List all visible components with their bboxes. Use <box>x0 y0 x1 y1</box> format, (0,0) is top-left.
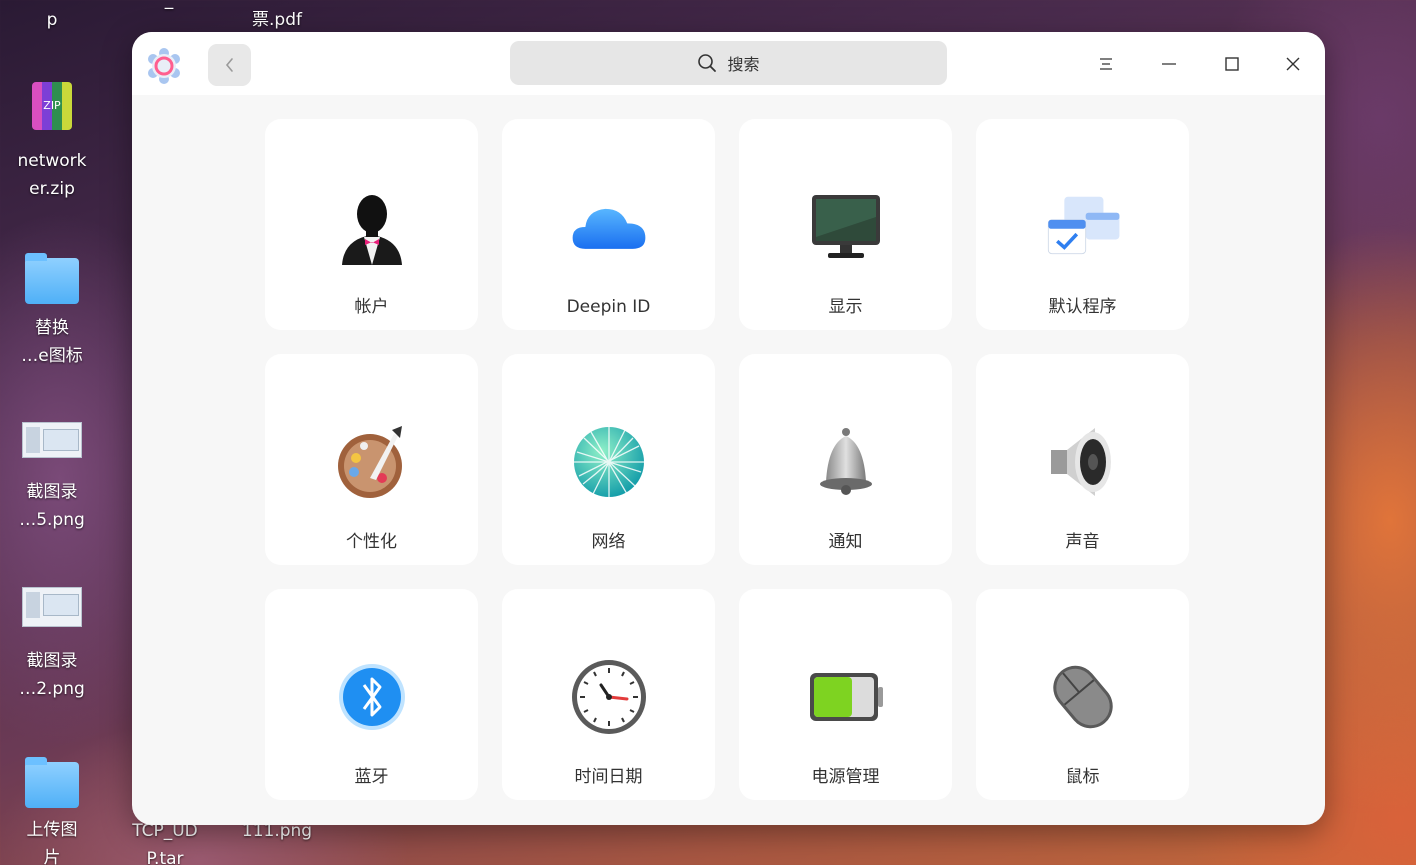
desktop-item-replace-folder[interactable]: 替换 …e图标 <box>7 253 97 370</box>
search-icon <box>698 54 717 72</box>
search-placeholder: 搜索 <box>727 55 760 74</box>
image-thumbnail-icon <box>22 422 82 458</box>
account-icon <box>332 187 412 267</box>
title-bar: 搜索 <box>132 32 1325 95</box>
module-card-display[interactable]: 显示 <box>739 119 952 330</box>
module-card-notification[interactable]: 通知 <box>739 354 952 565</box>
battery-icon <box>806 657 886 737</box>
maximize-button[interactable] <box>1214 46 1250 82</box>
module-card-datetime[interactable]: 时间日期 <box>502 589 715 800</box>
module-card-default-apps[interactable]: 默认程序 <box>976 119 1189 330</box>
desktop-item-label: _ <box>164 0 174 10</box>
folder-icon <box>25 757 79 808</box>
maximize-icon <box>1225 57 1239 71</box>
palette-icon <box>332 422 412 502</box>
menu-button[interactable] <box>1088 46 1124 82</box>
desktop-item-label: network er.zip <box>17 151 87 199</box>
module-card-account[interactable]: 帐户 <box>265 119 478 330</box>
desktop-item-label: p <box>46 10 58 30</box>
module-label: 个性化 <box>346 532 397 552</box>
module-grid: 帐户 Deepin ID 显示 默认程序 个性化 网络 通知 声音 蓝牙 时间日… <box>265 119 1189 800</box>
module-card-sound[interactable]: 声音 <box>976 354 1189 565</box>
module-card-mouse[interactable]: 鼠标 <box>976 589 1189 800</box>
menu-icon <box>1100 58 1112 70</box>
desktop-item-fragment-underscore[interactable]: _ <box>124 0 214 14</box>
desktop-item-screenshot-2[interactable]: 截图录 …2.png <box>7 587 97 703</box>
module-label: 声音 <box>1065 532 1100 552</box>
module-label: 电源管理 <box>811 767 880 787</box>
default-apps-icon <box>1043 187 1123 267</box>
chevron-left-icon <box>225 58 233 72</box>
module-label: 默认程序 <box>1048 297 1117 317</box>
bluetooth-icon <box>332 657 412 737</box>
module-label: 蓝牙 <box>354 767 389 787</box>
desktop-item-fragment-pdf[interactable]: 票.pdf <box>232 6 322 34</box>
module-label: 帐户 <box>354 297 389 317</box>
module-card-personalization[interactable]: 个性化 <box>265 354 478 565</box>
speaker-icon <box>1043 422 1123 502</box>
module-label: 时间日期 <box>574 767 643 787</box>
mouse-icon <box>1043 657 1123 737</box>
bell-icon <box>806 422 886 502</box>
control-center-logo-icon <box>146 48 182 84</box>
cloud-icon <box>569 187 649 267</box>
desktop-item-label: 替换 …e图标 <box>21 318 83 366</box>
clock-icon <box>569 657 649 737</box>
module-card-deepin-id[interactable]: Deepin ID <box>502 119 715 330</box>
folder-icon <box>25 253 79 304</box>
network-icon <box>569 422 649 502</box>
module-label: 通知 <box>828 532 863 552</box>
module-card-bluetooth[interactable]: 蓝牙 <box>265 589 478 800</box>
desktop-item-label: 截图录 …5.png <box>19 482 85 530</box>
display-icon <box>806 187 886 267</box>
minimize-button[interactable] <box>1151 46 1187 82</box>
desktop-item-label: 票.pdf <box>252 10 302 30</box>
image-thumbnail-icon <box>22 587 82 627</box>
desktop-item-fragment-p[interactable]: p <box>7 6 97 34</box>
close-icon <box>1286 57 1300 71</box>
back-button[interactable] <box>208 44 251 86</box>
control-center-window: 搜索 帐户 Deepin ID 显示 默认程序 个性化 网络 通知 声音 蓝牙 … <box>132 32 1325 825</box>
close-button[interactable] <box>1275 46 1311 82</box>
search-input[interactable]: 搜索 <box>510 41 947 85</box>
desktop-item-label: 上传图 片 <box>26 820 78 865</box>
desktop-item-network-zip[interactable]: ZIP network er.zip <box>7 82 97 203</box>
module-label: 网络 <box>591 532 626 552</box>
desktop-item-screenshot-5[interactable]: 截图录 …5.png <box>7 422 97 534</box>
zip-file-icon: ZIP <box>32 82 72 130</box>
module-card-network[interactable]: 网络 <box>502 354 715 565</box>
module-label: 鼠标 <box>1065 767 1100 787</box>
module-card-power[interactable]: 电源管理 <box>739 589 952 800</box>
desktop-item-upload-folder[interactable]: 上传图 片 <box>7 757 97 865</box>
desktop-item-label: 截图录 …2.png <box>19 651 85 699</box>
module-label: 显示 <box>828 297 863 317</box>
minimize-icon <box>1162 63 1176 65</box>
module-label: Deepin ID <box>566 297 651 317</box>
